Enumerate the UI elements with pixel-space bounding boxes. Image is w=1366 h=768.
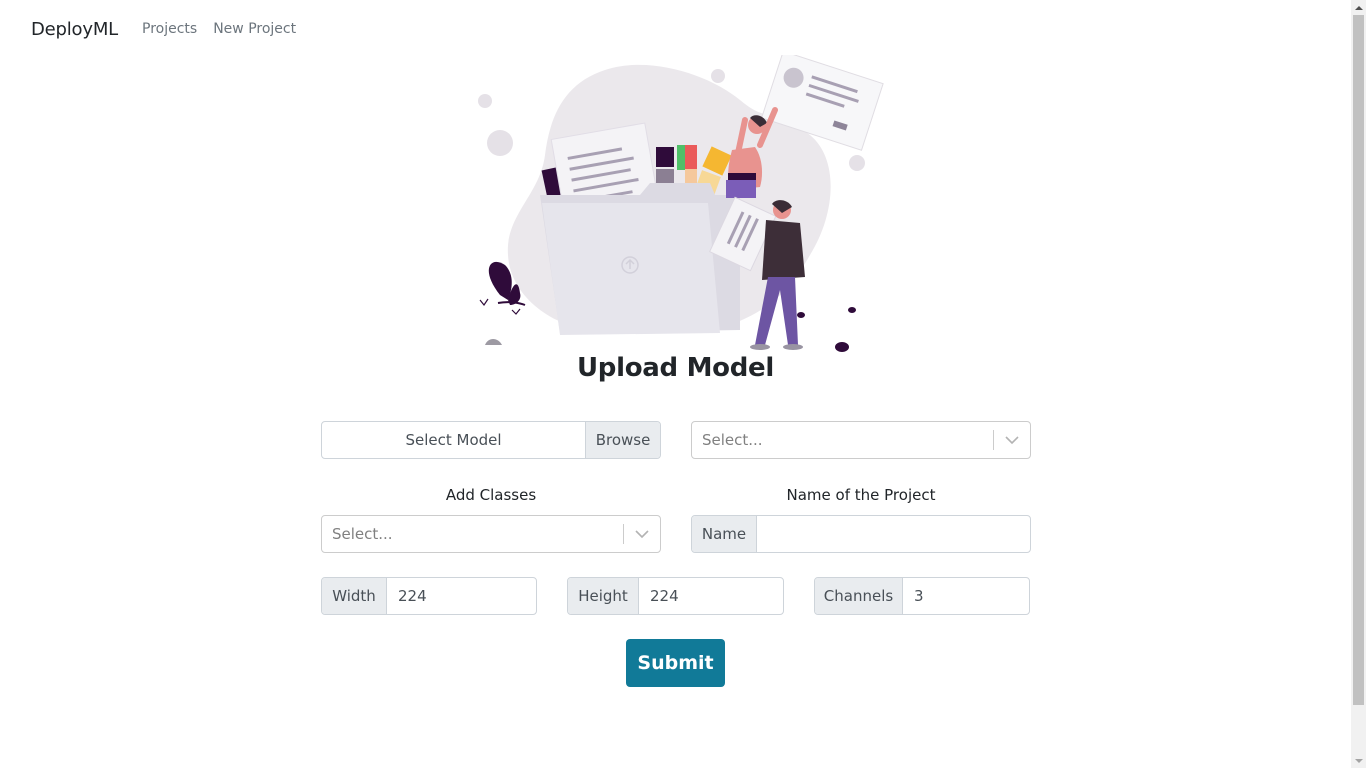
height-addon: Height — [568, 578, 639, 614]
nav-link-projects[interactable]: Projects — [142, 21, 197, 37]
select-model-label[interactable]: Select Model — [322, 422, 585, 458]
upload-folder-illustration — [478, 55, 884, 352]
submit-button[interactable]: Submit — [626, 639, 725, 687]
add-classes-label: Add Classes — [445, 486, 537, 504]
navbar: DeployML Projects New Project — [0, 0, 1351, 58]
framework-select-placeholder: Select... — [702, 431, 763, 449]
scroll-down-arrow-icon[interactable] — [1351, 753, 1366, 768]
project-name-input-group: Name — [691, 515, 1031, 553]
project-name-input[interactable] — [757, 516, 1030, 552]
model-file-input[interactable]: Select Model Browse — [321, 421, 661, 459]
classes-select[interactable]: Select... — [321, 515, 661, 553]
height-input-group: Height 224 — [567, 577, 784, 615]
channels-addon: Channels — [815, 578, 903, 614]
framework-select[interactable]: Select... — [691, 421, 1031, 459]
browse-button[interactable]: Browse — [585, 422, 660, 458]
width-input[interactable]: 224 — [387, 578, 536, 614]
classes-select-placeholder: Select... — [332, 525, 393, 543]
chevron-down-icon[interactable] — [994, 435, 1030, 445]
width-input-group: Width 224 — [321, 577, 537, 615]
width-addon: Width — [322, 578, 387, 614]
scrollbar[interactable] — [1351, 0, 1366, 768]
name-addon: Name — [692, 516, 757, 552]
page-title: Upload Model — [577, 353, 774, 383]
channels-input[interactable]: 3 — [903, 578, 1029, 614]
channels-input-group: Channels 3 — [814, 577, 1030, 615]
height-input[interactable]: 224 — [639, 578, 783, 614]
project-name-label: Name of the Project — [786, 486, 936, 504]
scroll-thumb[interactable] — [1353, 15, 1364, 705]
brand-logo[interactable]: DeployML — [31, 19, 118, 40]
chevron-down-icon[interactable] — [624, 529, 660, 539]
nav-link-new-project[interactable]: New Project — [213, 21, 296, 37]
scroll-up-arrow-icon[interactable] — [1351, 0, 1366, 15]
